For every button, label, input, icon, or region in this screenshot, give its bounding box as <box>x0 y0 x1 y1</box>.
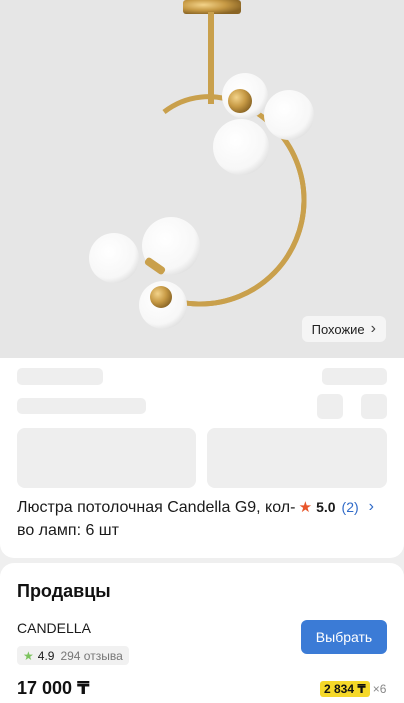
seller-rating-badge: ★ 4.9 294 отзыва <box>17 646 129 665</box>
skeleton-placeholder <box>17 398 146 414</box>
skeleton-placeholder <box>17 428 196 488</box>
installment-times: ×6 <box>372 682 387 696</box>
skeleton-placeholder <box>207 428 387 488</box>
skeleton-placeholder <box>317 394 343 419</box>
chandelier-illustration <box>89 0 314 329</box>
seller-rating-score: 4.9 <box>37 648 55 663</box>
seller-price: 17 000 ₸ <box>17 678 90 698</box>
similar-label: Похожие <box>311 321 365 337</box>
chevron-right-icon: › <box>368 498 374 515</box>
select-seller-button[interactable]: Выбрать <box>301 620 387 654</box>
seller-reviews-count: 294 отзыва <box>60 648 123 663</box>
product-image[interactable]: Похожие › <box>0 0 404 358</box>
skeleton-placeholder <box>17 368 103 385</box>
skeleton-placeholder <box>322 368 387 385</box>
rating-count: (2) <box>341 499 359 515</box>
installment-badge: 2 834 ₸ ×6 <box>320 681 386 697</box>
rating-score: 5.0 <box>316 499 336 515</box>
product-rating[interactable]: ★ 5.0 (2) › <box>299 498 374 516</box>
star-icon: ★ <box>298 499 313 516</box>
seller-name[interactable]: CANDELLA <box>17 620 91 636</box>
sellers-heading: Продавцы <box>17 581 111 601</box>
skeleton-placeholder <box>361 394 387 419</box>
similar-button[interactable]: Похожие › <box>301 316 386 342</box>
star-icon: ★ <box>23 648 34 663</box>
product-title: Люстра потолочная Candella G9, кол-во ла… <box>17 499 296 539</box>
installment-amount: 2 834 ₸ <box>320 681 370 697</box>
chevron-right-icon: › <box>370 320 376 337</box>
